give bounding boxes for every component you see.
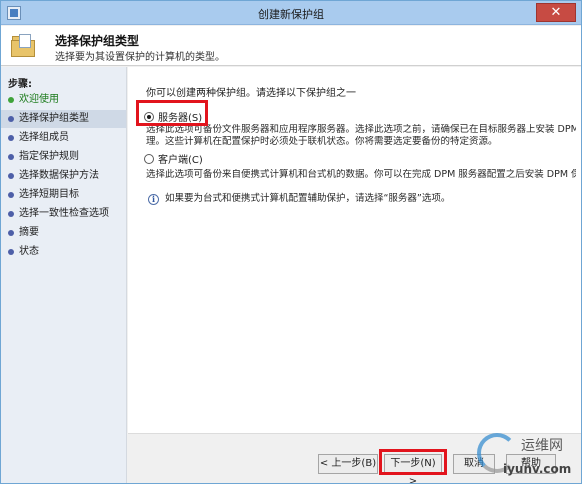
server-description-line1: 选择此选项可备份文件服务器和应用程序服务器。选择此选项之前，请确保已在目标服务器… [146,124,576,135]
step-protection-rules[interactable]: 指定保护规则 [1,148,126,166]
step-status-dot-icon [8,249,14,255]
step-status-dot-icon [8,116,14,122]
window-title: 创建新保护组 [258,8,324,21]
info-icon: i [148,194,159,205]
client-option[interactable]: 客户端(C) [144,153,203,169]
client-option-label: 客户端(C) [158,155,203,166]
step-label: 选择数据保护方法 [19,170,99,181]
step-select-members[interactable]: 选择组成员 [1,129,126,147]
step-short-term-goals[interactable]: 选择短期目标 [1,186,126,204]
server-option-highlight [136,100,208,126]
step-welcome[interactable]: 欢迎使用 [1,91,126,109]
title-bar: 创建新保护组 ✕ [1,1,581,25]
server-description-line2: 理。这些计算机在配置保护时必须处于联机状态。你将需要选定要备份的特定资源。 [146,136,498,147]
step-status-dot-icon [8,135,14,141]
step-consistency-check[interactable]: 选择一致性检查选项 [1,205,126,223]
watermark-brand: 运维网 [521,438,563,454]
watermark: 运维网 iyunv.com [473,431,581,483]
step-status-dot-icon [8,211,14,217]
next-button-highlight [379,449,447,475]
step-label: 选择组成员 [19,132,69,143]
intro-text: 你可以创建两种保护组。请选择以下保护组之一 [146,88,356,99]
close-button[interactable]: ✕ [536,3,576,22]
step-status-dot-icon [8,192,14,198]
step-data-protection-method[interactable]: 选择数据保护方法 [1,167,126,185]
wizard-window: 创建新保护组 ✕ 选择保护组类型 选择要为其设置保护的计算机的类型。 步骤: 欢… [0,0,582,484]
step-label: 选择短期目标 [19,189,79,200]
step-label: 选择保护组类型 [19,113,89,124]
step-label: 欢迎使用 [19,94,59,105]
step-label: 状态 [19,246,39,257]
protection-group-folder-icon [11,34,37,58]
step-select-group-type[interactable]: 选择保护组类型 [1,110,126,128]
client-description: 选择此选项可备份来自便携式计算机和台式机的数据。你可以在完成 DPM 服务器配置… [146,169,576,180]
info-text: 如果要为台式和便携式计算机配置辅助保护，请选择“服务器”选项。 [165,193,451,204]
step-label: 指定保护规则 [19,151,79,162]
step-label: 摘要 [19,227,39,238]
step-status-dot-icon [8,230,14,236]
step-status[interactable]: 状态 [1,243,126,261]
wizard-header: 选择保护组类型 选择要为其设置保护的计算机的类型。 [1,26,581,66]
step-summary[interactable]: 摘要 [1,224,126,242]
page-title: 选择保护组类型 [55,34,140,48]
client-radio[interactable] [144,154,154,164]
step-status-dot-icon [8,97,14,103]
step-status-dot-icon [8,154,14,160]
steps-pane: 步骤: 欢迎使用 选择保护组类型 选择组成员 指定保护规则 选择数据保护方法 选… [1,67,127,483]
info-note: i 如果要为台式和便携式计算机配置辅助保护，请选择“服务器”选项。 [148,190,450,205]
previous-button[interactable]: < 上一步(B) [318,454,378,474]
step-label: 选择一致性检查选项 [19,208,109,219]
page-subtitle: 选择要为其设置保护的计算机的类型。 [55,52,225,63]
step-status-dot-icon [8,173,14,179]
watermark-url: iyunv.com [503,462,572,476]
steps-heading: 步骤: [8,79,32,90]
